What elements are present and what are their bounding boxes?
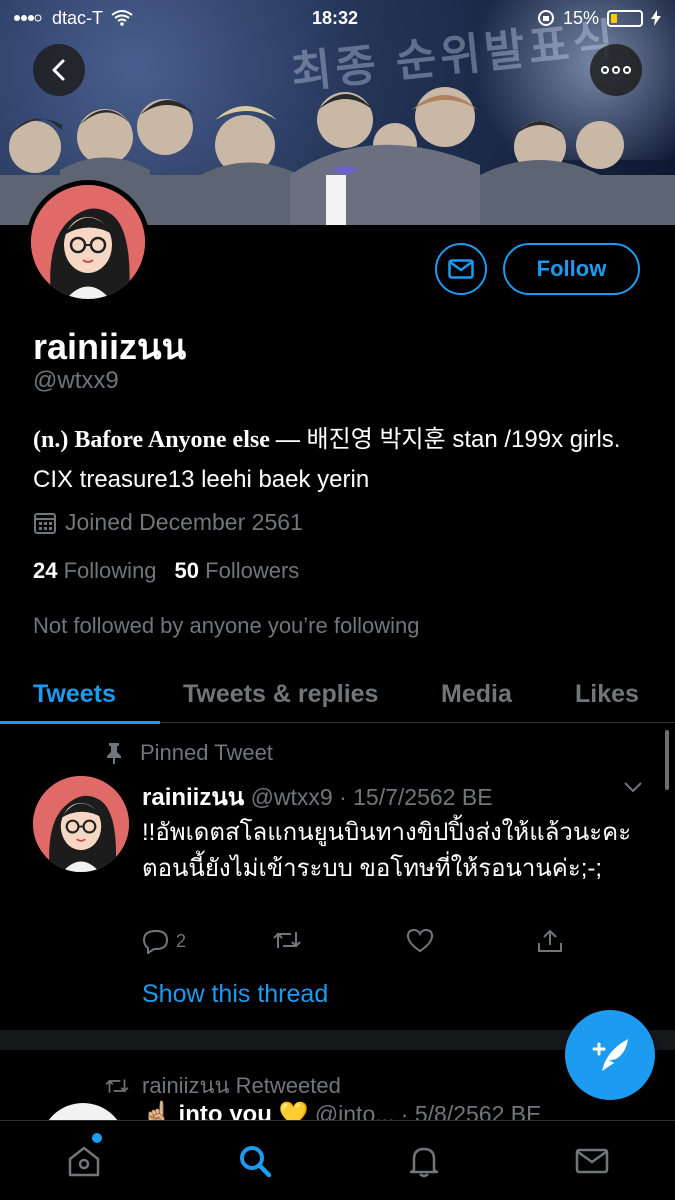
signal-icon [14,14,42,22]
active-tab-indicator [0,721,160,724]
following-count: 24 [33,558,58,583]
followers-link[interactable]: 50 Followers [175,558,300,584]
bottom-tab-bar [0,1120,675,1200]
like-icon [406,928,434,953]
calendar-icon [34,512,56,534]
like-button[interactable] [406,928,434,954]
follow-stats: 24 Following 50 Followers [33,558,299,584]
home-notification-dot [92,1133,102,1143]
show-thread-link[interactable]: Show this thread [142,980,328,1009]
wifi-icon [111,10,133,26]
message-button[interactable] [435,243,487,295]
share-icon [538,929,562,952]
not-followed-notice: Not followed by anyone you’re following [33,613,420,638]
tab-notifications[interactable] [404,1141,444,1181]
tweet-author-name[interactable]: rainiizนน [142,784,244,811]
charging-icon [651,10,661,26]
notifications-icon [409,1147,439,1178]
pin-icon [107,743,121,764]
joined-text: Joined December 2561 [65,509,303,535]
reply-count: 2 [176,930,187,951]
following-link[interactable]: 24 Following [33,558,157,584]
retweet-button[interactable] [272,928,302,952]
profile-bio: (n.) Bafore Anyone else — 배진영 박지훈 stan /… [33,420,653,500]
profile-tabs: Tweets Tweets & replies Media Likes [0,665,675,724]
tweet-text: !!อัพเดตสโลแกนยูนบินทางขิปปิ้งส่งให้แล้ว… [142,819,632,882]
tweet-header: rainiizนน @wtxx9 · 15/7/2562 BE [142,777,493,816]
pinned-label: Pinned Tweet [140,740,273,765]
following-label: Following [63,558,157,583]
retweeted-by: rainiizนน Retweeted [142,1073,341,1098]
search-icon [240,1146,272,1178]
compose-tweet-button[interactable] [565,1010,655,1100]
profile-avatar[interactable] [26,180,150,304]
status-time: 18:32 [311,7,359,28]
messages-icon [575,1148,609,1174]
joined-date: Joined December 2561 [33,509,303,536]
tweet-author-avatar[interactable] [33,776,129,872]
tab-likes[interactable]: Likes [575,665,639,723]
share-button[interactable] [536,928,564,954]
follow-button[interactable]: Follow [503,243,640,295]
tab-tweets[interactable]: Tweets [33,665,116,723]
scrollbar[interactable] [665,730,669,790]
tweet-meta: @wtxx9 · 15/7/2562 BE [250,784,493,810]
battery-icon [607,9,643,27]
tab-messages[interactable] [572,1141,612,1181]
back-arrow-icon [52,59,65,81]
tab-home[interactable] [64,1141,104,1181]
mail-icon [448,259,474,279]
battery-percent: 15% [562,7,599,28]
chevron-down-icon[interactable] [622,780,644,794]
more-dots-icon [601,66,631,74]
tweet-actions: 2 [142,928,582,964]
pinned-indicator: Pinned Tweet [104,740,273,766]
home-icon [68,1146,100,1177]
retweet-icon [105,1078,129,1093]
tab-search[interactable] [235,1141,275,1181]
avatar-illustration [31,185,145,299]
retweet-icon [273,932,301,948]
reply-button[interactable]: 2 [142,928,186,954]
followers-label: Followers [205,558,300,583]
followers-count: 50 [174,558,200,583]
more-options-button[interactable] [590,44,642,96]
avatar-illustration [33,776,129,872]
status-bar: dtac-T 18:32 15% [0,0,675,36]
profile-handle: @wtxx9 [33,367,119,394]
reply-icon [142,929,169,954]
retweeted-indicator: rainiizนน Retweeted [104,1068,341,1103]
orientation-lock-icon [537,10,554,26]
bio-serif-text: (n.) Bafore Anyone else — [33,427,300,453]
compose-icon [592,1039,628,1071]
back-button[interactable] [33,44,85,96]
carrier-name: dtac-T [52,7,104,28]
tab-media[interactable]: Media [441,665,512,723]
tab-tweets-replies[interactable]: Tweets & replies [183,665,378,723]
